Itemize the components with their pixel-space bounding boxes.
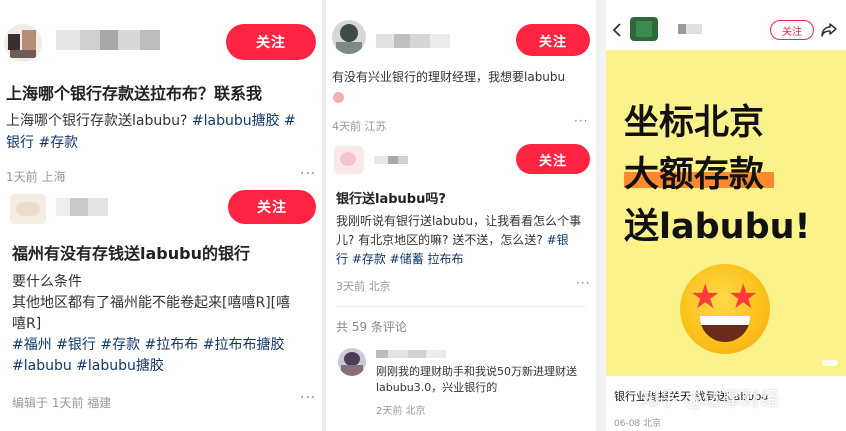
star-eye-icon: ★ <box>728 277 759 317</box>
follow-button[interactable]: 关注 <box>226 24 316 60</box>
emoji-icon <box>333 92 344 103</box>
hashtag-link[interactable]: #银 <box>547 233 569 247</box>
avatar[interactable] <box>4 24 42 62</box>
mouth <box>700 316 750 342</box>
comment-count: 共 59 条评论 <box>336 320 407 334</box>
image-text-line3: 送labubu! <box>624 207 811 247</box>
star-eye-icon: ★ <box>690 277 721 317</box>
image-text-line2: 大额存款 <box>624 155 765 195</box>
more-icon[interactable]: ··· <box>576 276 590 290</box>
avatar[interactable] <box>630 17 658 41</box>
post-body: 上海哪个银行存款送labubu? #labubu搪胶 # 银行 #存款 <box>6 113 296 151</box>
column-divider <box>596 0 606 431</box>
commenter-name-blurred <box>376 350 446 358</box>
post-card-xingye: 关注 有没有兴业银行的理财经理，我想要labubu 4天前 江苏 ··· <box>326 0 596 142</box>
post-body: 要什么条件 其他地区都有了福州能不能卷起来[嘻嘻R][嘻 嘻R] #福州 #银行… <box>12 272 322 377</box>
divider <box>336 306 586 307</box>
post-body: 我刚听说有银行送labubu，让我看看怎么个事 儿? 有北京地区的嘛? 送不送，… <box>336 212 594 269</box>
more-icon[interactable]: ··· <box>574 114 588 128</box>
hashtag-list[interactable]: #labubu #labubu搪胶 <box>12 356 322 377</box>
image-text-line1: 坐标北京 <box>624 103 765 143</box>
post-meta: 3天前 北京 <box>336 280 391 293</box>
more-icon[interactable]: ··· <box>300 390 316 406</box>
post-meta: 06-08 北京 <box>614 419 662 429</box>
post-title: 上海哪个银行存款送拉布布？联系我 <box>6 84 263 103</box>
commenter-avatar[interactable] <box>338 348 366 376</box>
image-pagination <box>822 360 838 366</box>
username-blurred <box>374 156 408 164</box>
post-card-fuzhou: 关注 福州有没有存钱送labubu的银行 要什么条件 其他地区都有了福州能不能卷… <box>0 190 322 431</box>
hashtag-link[interactable]: #labubu搪胶 <box>192 113 280 129</box>
follow-button[interactable]: 关注 <box>228 190 316 224</box>
hashtag-list[interactable]: 行 #存款 #储蓄 拉布布 <box>336 250 594 269</box>
post-image[interactable]: 坐标北京 大额存款 送labubu! ★ ★ <box>606 50 846 376</box>
watermark: 知乎 @达摩财经 <box>640 388 780 410</box>
post-card-image: 关注 坐标北京 大额存款 送labubu! ★ ★ 银行业周报关天 找到送Lab… <box>606 0 846 431</box>
post-meta: 4天前 江苏 <box>332 120 387 133</box>
avatar[interactable] <box>10 194 46 224</box>
hashtag-link[interactable]: 银行 <box>6 135 34 151</box>
hashtag-link[interactable]: #存款 <box>34 135 78 151</box>
post-meta: 1天前 上海 <box>6 170 66 184</box>
follow-button[interactable]: 关注 <box>516 144 590 174</box>
comment-body: 刚刚我的理财助手和我说50万新进理财送 labubu3.0，兴业银行的 <box>376 365 577 394</box>
username-blurred <box>56 30 160 50</box>
hashtag-list[interactable]: #福州 #银行 #存款 #拉布布 #拉布布搪胶 <box>12 335 322 356</box>
follow-button[interactable]: 关注 <box>770 20 814 40</box>
username-blurred <box>678 24 702 34</box>
post-card-beijing: 关注 银行送labubu吗? 我刚听说有银行送labubu，让我看看怎么个事 儿… <box>326 142 596 431</box>
avatar[interactable] <box>332 20 366 54</box>
share-icon[interactable] <box>820 21 838 39</box>
more-icon[interactable]: ··· <box>300 166 316 182</box>
chevron-left-icon[interactable] <box>610 22 624 38</box>
username-blurred <box>376 34 450 48</box>
post-card-shanghai: 关注 上海哪个银行存款送拉布布？联系我 上海哪个银行存款送labubu? #la… <box>0 0 322 190</box>
avatar[interactable] <box>334 146 364 174</box>
post-title: 银行送labubu吗? <box>336 192 446 207</box>
comment-meta: 2天前 北京 <box>376 406 426 417</box>
follow-button[interactable]: 关注 <box>516 24 590 56</box>
username-blurred <box>56 198 108 216</box>
star-struck-emoji: ★ ★ <box>680 264 770 354</box>
post-meta: 编辑于 1天前 福建 <box>12 396 112 410</box>
post-body: 有没有兴业银行的理财经理，我想要labubu <box>332 70 566 84</box>
post-title: 福州有没有存钱送labubu的银行 <box>12 244 250 263</box>
